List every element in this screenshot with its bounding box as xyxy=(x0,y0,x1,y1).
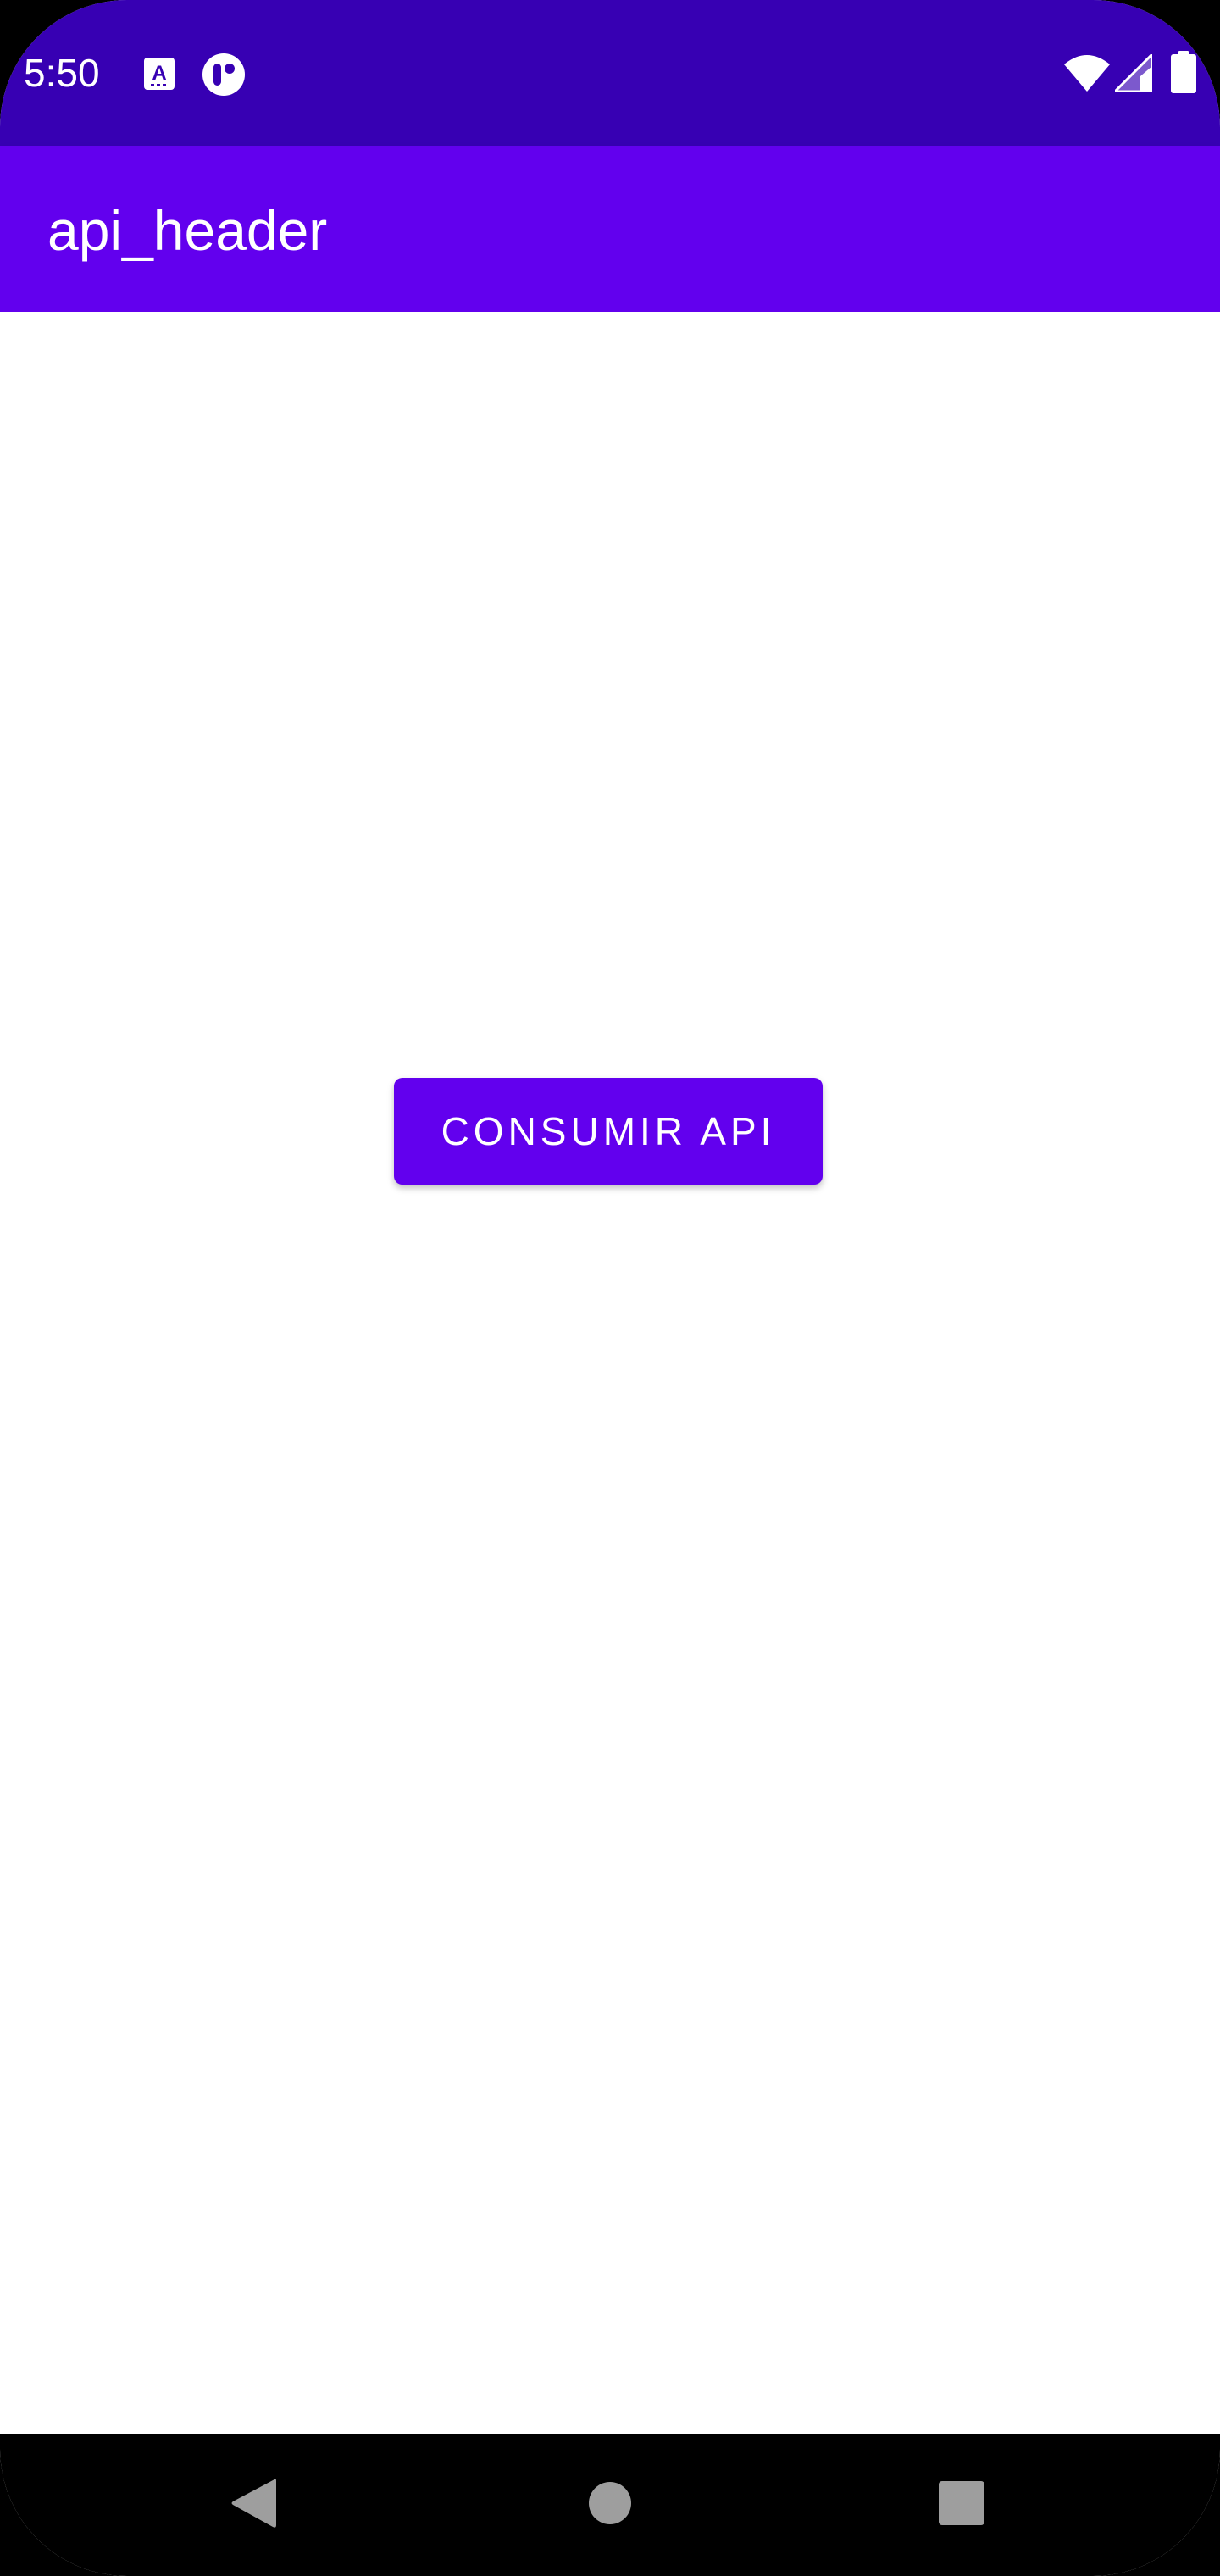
app-notification-icon xyxy=(202,53,245,96)
device-screen: 5:50 A api_header CONSUMIR API xyxy=(0,0,1220,2576)
main-content: CONSUMIR API xyxy=(0,312,1220,2434)
status-bar: 5:50 A xyxy=(0,0,1220,146)
svg-text:A: A xyxy=(152,62,166,85)
cell-signal-icon xyxy=(1115,54,1152,92)
recents-icon[interactable] xyxy=(939,2481,984,2525)
app-bar: api_header xyxy=(0,146,1220,312)
keyboard-a-icon: A xyxy=(144,58,175,90)
status-time: 5:50 xyxy=(24,51,100,95)
battery-icon xyxy=(1171,51,1196,93)
navigation-bar xyxy=(0,2434,1220,2576)
consume-api-button[interactable]: CONSUMIR API xyxy=(394,1078,823,1185)
home-icon[interactable] xyxy=(588,2481,632,2525)
wifi-icon xyxy=(1064,55,1110,92)
back-icon[interactable] xyxy=(230,2478,276,2529)
app-title: api_header xyxy=(47,199,328,262)
